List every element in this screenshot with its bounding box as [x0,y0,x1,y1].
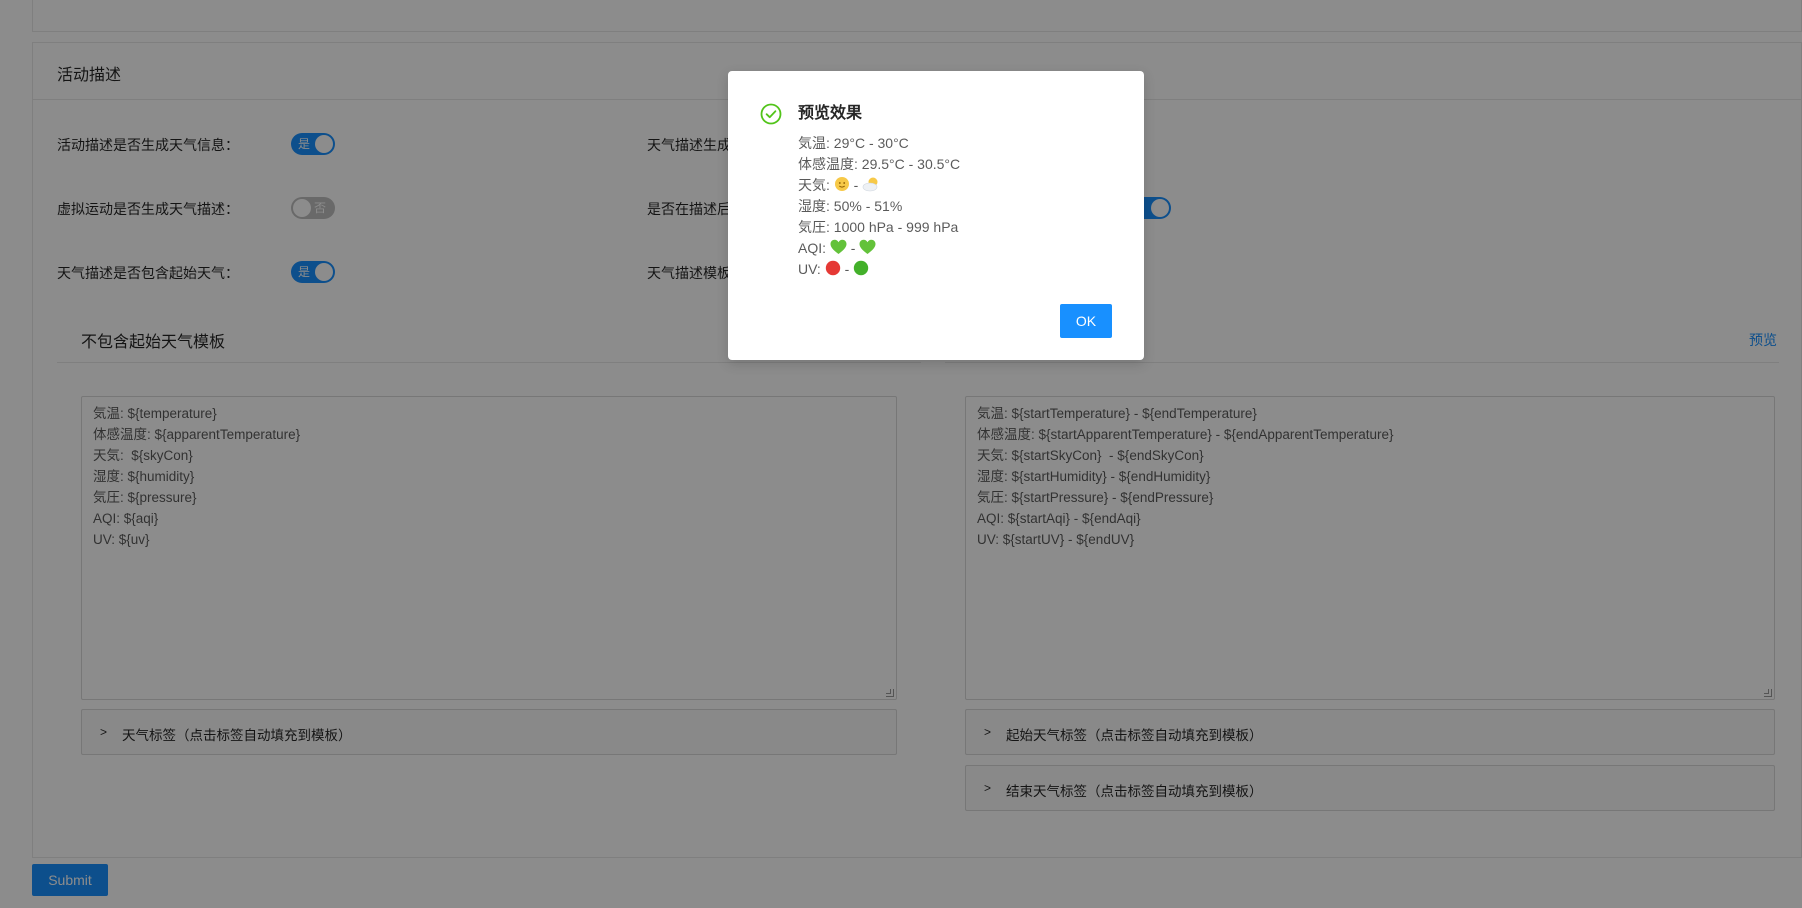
preview-line-pressure: 気圧: 1000 hPa - 999 hPa [798,219,959,235]
green-heart-icon [830,239,847,254]
red-circle-icon [825,260,840,276]
preview-line-humidity: 湿度: 50% - 51% [798,198,903,214]
modal-title: 预览效果 [798,105,863,122]
preview-label: UV: [798,261,821,277]
preview-modal: 预览效果 気温: 29°C - 30°C 体感温度: 29.5°C - 30.5… [728,71,1144,360]
preview-line-apparent-temperature: 体感温度: 29.5°C - 30.5°C [798,156,961,172]
preview-label: 天気: [798,177,830,193]
preview-line-skycon: 天気: - [798,175,960,196]
sun-behind-cloud-icon [862,177,878,192]
green-circle-icon [853,260,869,276]
separator: - [844,261,850,277]
check-circle-icon [760,103,782,125]
sun-with-face-icon [834,177,849,191]
preview-label: AQI: [798,240,827,256]
separator: - [853,177,859,193]
preview-line-temperature: 気温: 29°C - 30°C [798,135,909,151]
preview-line-aqi: AQI: - [798,238,960,259]
ok-button[interactable]: OK [1060,304,1112,338]
preview-line-uv: UV: - [798,259,960,280]
separator: - [850,240,856,256]
modal-content: 気温: 29°C - 30°C 体感温度: 29.5°C - 30.5°C 天気… [798,133,960,280]
green-heart-icon [859,239,876,254]
